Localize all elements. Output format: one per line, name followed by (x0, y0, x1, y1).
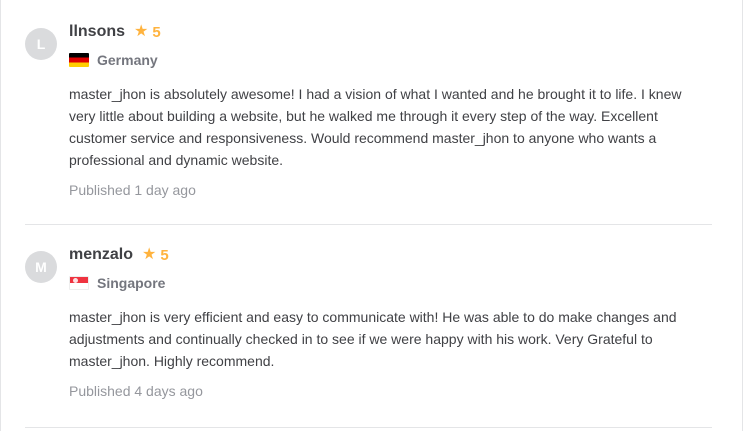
review-body: llnsons ★ 5 Germany master_jhon is absol… (69, 20, 709, 198)
review-divider (25, 224, 712, 225)
rating-value: 5 (160, 246, 169, 264)
published-date: Published 1 day ago (69, 182, 196, 198)
published-date: Published 4 days ago (69, 383, 203, 399)
avatar[interactable]: M (25, 251, 57, 283)
reviews-panel: L llnsons ★ 5 Germany master_jhon is abs… (0, 0, 743, 431)
review-text: master_jhon is absolutely awesome! I had… (69, 86, 682, 168)
reviewer-header: llnsons ★ 5 (69, 20, 709, 44)
reviewer-country: Singapore (69, 272, 709, 294)
star-icon: ★ (142, 246, 157, 263)
star-icon: ★ (134, 23, 149, 40)
germany-flag-icon (69, 53, 89, 67)
review-text: master_jhon is very efficient and easy t… (69, 309, 677, 369)
rating-value: 5 (152, 23, 161, 41)
singapore-flag-icon (69, 276, 89, 290)
country-name: Germany (97, 52, 158, 68)
review-body: menzalo ★ 5 Singapore master_jhon is ver… (69, 243, 709, 399)
reviewer-username[interactable]: llnsons (69, 23, 125, 41)
reviewer-header: menzalo ★ 5 (69, 243, 709, 267)
country-name: Singapore (97, 275, 166, 291)
reviewer-country: Germany (69, 49, 709, 71)
avatar[interactable]: L (25, 28, 57, 60)
reviewer-username[interactable]: menzalo (69, 246, 133, 264)
review-divider (25, 427, 712, 428)
